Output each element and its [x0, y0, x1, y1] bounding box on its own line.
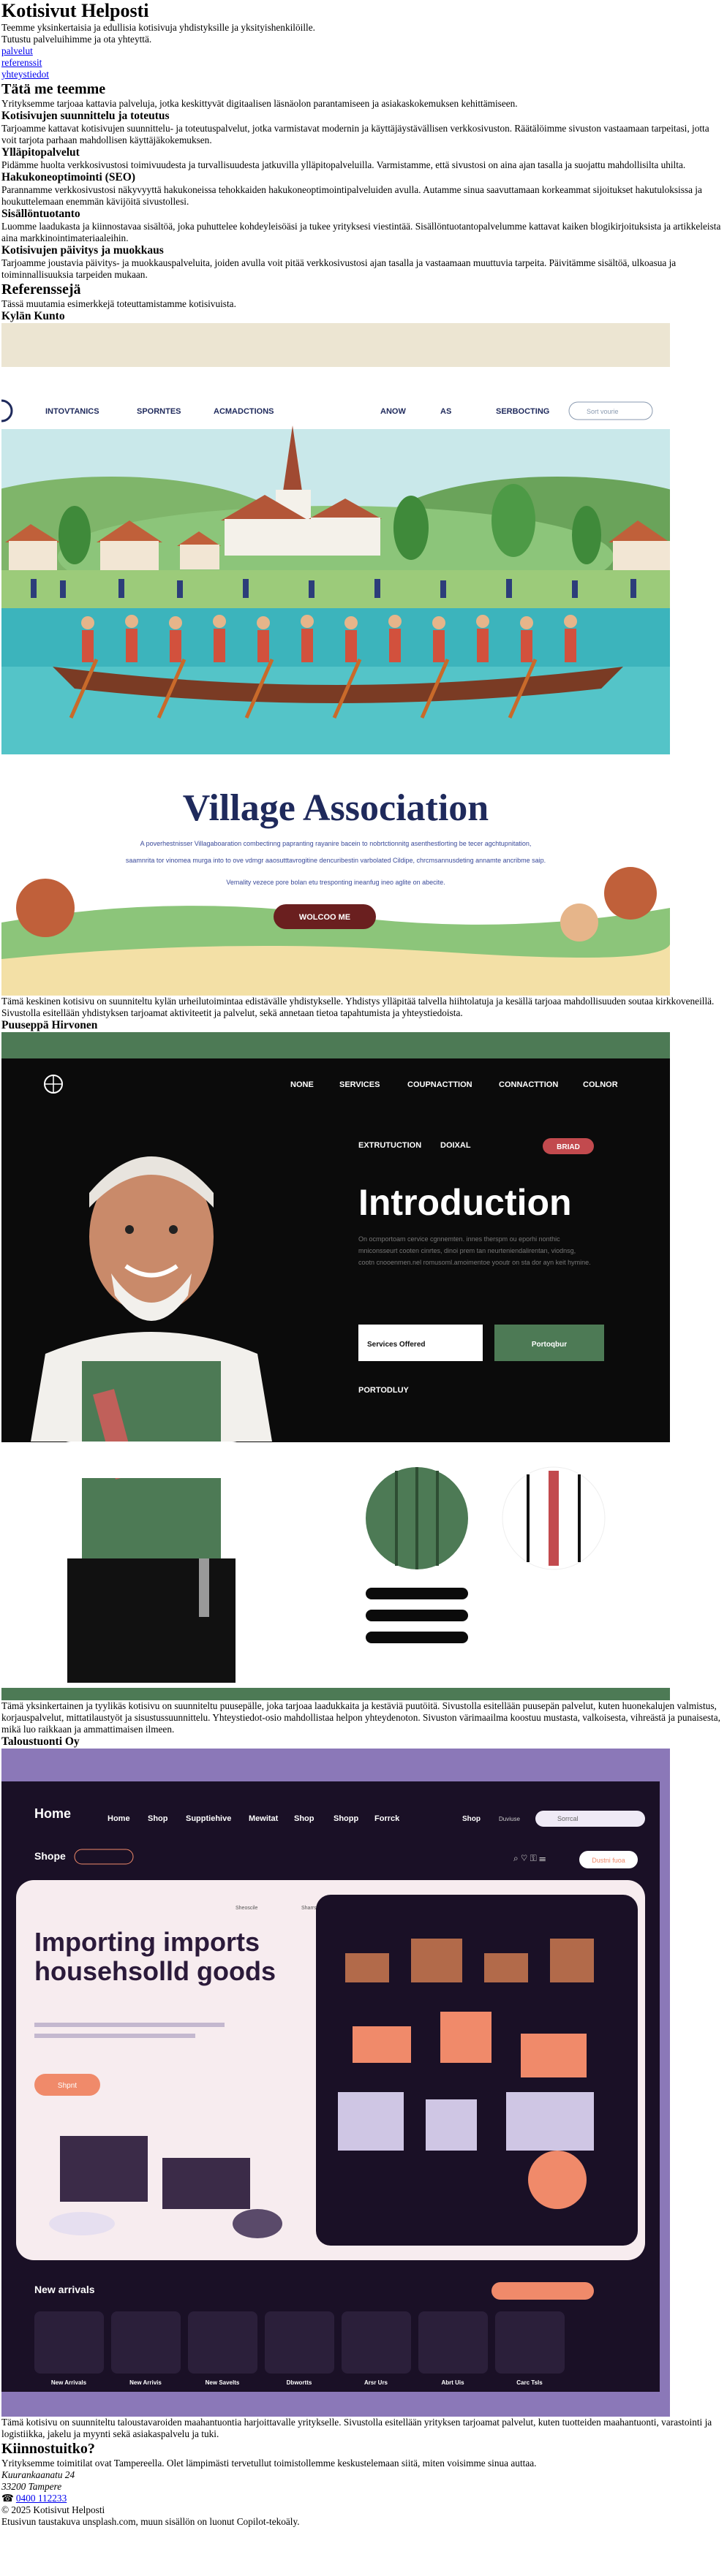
- mock-search-label: Sorrcal: [557, 1815, 579, 1822]
- village-site-screenshot: INTOVTANICS SPORNTES ACMADCTIONS ANOW AS…: [1, 323, 670, 996]
- mock-nav-item: SPORNTES: [137, 407, 181, 416]
- mock-hero-button-label: Shpnt: [58, 2082, 77, 2090]
- mock-product-label: Carc Tsls: [516, 2379, 543, 2386]
- references-intro: Tässä muutamia esimerkkejä toteuttamista…: [1, 298, 236, 309]
- mock-nav-item: AS: [440, 407, 451, 416]
- mock-services-label: Services Offered: [367, 1341, 426, 1349]
- mock-cta-label: Dustni fuoa: [592, 1857, 625, 1864]
- service-title: Sisällöntuotanto: [1, 208, 80, 220]
- mock-body-text: saamnrita tor vinomea murga into to ove …: [126, 857, 546, 864]
- mock-pill-label: BRIAD: [557, 1143, 580, 1151]
- mock-nav-item: NONE: [290, 1080, 314, 1089]
- mock-portfolio-label: Portoqbur: [532, 1341, 567, 1349]
- mock-body-text: A poverhestnisser Villagaboaration combe…: [140, 840, 532, 847]
- mock-body-text: Vemality vezece pore bolan etu tresponti…: [226, 879, 445, 886]
- mock-search-placeholder: Sort vourie: [587, 408, 619, 415]
- service-title: Hakukoneoptimointi (SEO): [1, 171, 136, 183]
- phone-row: ☎ 0400 112233: [1, 2493, 726, 2504]
- footer-copyright: © 2025 Kotisivut Helposti: [1, 2504, 105, 2515]
- service-title: Kotisivujen päivitys ja muokkaus: [1, 244, 164, 257]
- services-intro: Yrityksemme tarjoaa kattavia palveluja, …: [1, 98, 518, 109]
- mock-cta-pill: [491, 2282, 594, 2300]
- reference-title: Taloustuonti Oy: [1, 1735, 80, 1748]
- service-title: Kotisivujen suunnittelu ja toteutus: [1, 110, 170, 122]
- mock-caption: Sharrs: [301, 1906, 317, 1911]
- contact-address: Kuurankaanatu 24 33200 Tampere: [1, 2469, 726, 2493]
- mock-portfolio-heading: PORTODLUY: [358, 1386, 410, 1395]
- service-text: Tarjoamme joustavia päivitys- ja muokkau…: [1, 257, 677, 280]
- mock-nav-item: COUPNACTTION: [407, 1080, 472, 1089]
- mock-top-link: Shop: [462, 1815, 481, 1823]
- import-site-screenshot: Home Home Shop Supptiehive Mewitat Shop …: [1, 1749, 670, 2417]
- phone-link[interactable]: 0400 112233: [16, 2493, 67, 2504]
- mock-nav-item: CONNACTTION: [499, 1080, 558, 1089]
- mock-welcome-label: WOLCOO ME: [299, 913, 350, 922]
- mock-heading: Introduction: [358, 1182, 572, 1223]
- service-text: Luomme laadukasta ja kiinnostavaa sisält…: [1, 221, 721, 243]
- mock-product-label: Abrt Uis: [441, 2379, 464, 2386]
- mock-nav-item: Shop: [294, 1814, 314, 1823]
- site-title: Kotisivut Helposti: [1, 0, 149, 21]
- main-nav: palvelut referenssit yhteystiedot: [1, 45, 726, 80]
- phone-icon: ☎: [1, 2493, 14, 2504]
- references-section: Referenssejä Tässä muutamia esimerkkejä …: [1, 281, 726, 2440]
- city-address: 33200 Tampere: [1, 2481, 62, 2492]
- mock-heading: Importing imports househsolld goods: [34, 1928, 276, 1986]
- mock-top-link: Duviuse: [499, 1816, 520, 1822]
- mock-nav-item: SERBOCTING: [496, 407, 549, 416]
- mock-product-label: New Arrivals: [51, 2379, 87, 2386]
- service-text: Parannamme verkkosivustosi näkyvyyttä ha…: [1, 184, 702, 207]
- nav-link-yhteystiedot[interactable]: yhteystiedot: [1, 69, 726, 80]
- mock-heading: Village Association: [183, 787, 489, 829]
- services-section: Tätä me teemme Yrityksemme tarjoaa katta…: [1, 80, 726, 281]
- mock-nav-item: SERVICES: [339, 1080, 380, 1089]
- footer-credits: Etusivun taustakuva unsplash.com, muun s…: [1, 2516, 300, 2527]
- mock-nav-item: Mewitat: [249, 1814, 279, 1823]
- mock-nav-item: Shop: [148, 1814, 168, 1823]
- mock-brand: Home: [34, 1806, 71, 1821]
- nav-link-palvelut[interactable]: palvelut: [1, 45, 726, 57]
- mock-nav-item: ACMADCTIONS: [214, 407, 274, 416]
- service-text: Pidämme huolta verkkosivustosi toimivuud…: [1, 159, 686, 170]
- mock-body-text: On ocmportoam cervice cgnnemten. innes t…: [358, 1235, 591, 1266]
- mock-icons: ⌕ ♡ ⚿ ☰: [513, 1853, 546, 1863]
- reference-text: Tämä yksinkertainen ja tyylikäs kotisivu…: [1, 1700, 720, 1735]
- reference-text: Tämä keskinen kotisivu on suunniteltu ky…: [1, 996, 715, 1018]
- contact-section: Kiinnostuitko? Yrityksemme toimitilat ov…: [1, 2440, 726, 2504]
- reference-title: Kylän Kunto: [1, 310, 65, 322]
- site-intro: Tutustu palveluihimme ja ota yhteyttä.: [1, 34, 152, 45]
- mock-nav-item: COLNOR: [583, 1080, 618, 1089]
- contact-heading: Kiinnostuitko?: [1, 2441, 95, 2457]
- site-tagline: Teemme yksinkertaisia ja edullisia kotis…: [1, 22, 315, 33]
- mock-nav-item: Home: [108, 1814, 130, 1823]
- contact-text: Yrityksemme toimitilat ovat Tampereella.…: [1, 2458, 537, 2469]
- reference-title: Puuseppä Hirvonen: [1, 1019, 98, 1031]
- carpenter-site-screenshot: NONE SERVICES COUPNACTTION CONNACTTION C…: [1, 1032, 670, 1700]
- mock-product-label: Dbwortts: [287, 2379, 312, 2386]
- service-text: Tarjoamme kattavat kotisivujen suunnitte…: [1, 123, 709, 145]
- site-header: Kotisivut Helposti Teemme yksinkertaisia…: [1, 0, 726, 80]
- mock-nav-item: Shopp: [334, 1814, 358, 1823]
- mock-section-title: Shope: [34, 1850, 66, 1862]
- references-heading: Referenssejä: [1, 281, 81, 298]
- nav-link-referenssit[interactable]: referenssit: [1, 57, 726, 69]
- mock-nav-item: Supptiehive: [186, 1814, 231, 1823]
- mock-new-arrivals-heading: New arrivals: [34, 2284, 95, 2295]
- mock-product-label: Arsr Urs: [364, 2379, 388, 2386]
- mock-product-label: New Arrivis: [129, 2379, 162, 2386]
- service-title: Ylläpitopalvelut: [1, 146, 80, 159]
- mock-search-input: [535, 1811, 645, 1827]
- mock-nav-item: Forrck: [374, 1814, 400, 1823]
- site-footer: © 2025 Kotisivut Helposti Etusivun taust…: [1, 2504, 726, 2528]
- reference-text: Tämä kotisivu on suunniteltu taloustavar…: [1, 2417, 712, 2439]
- mock-nav-item: INTOVTANICS: [45, 407, 99, 416]
- mock-subnav-item: EXTRUTUCTION: [358, 1141, 421, 1150]
- mock-caption: Sheoscile: [236, 1906, 257, 1911]
- mock-nav-item: ANOW: [380, 407, 406, 416]
- mock-subnav-item: DOIXAL: [440, 1141, 471, 1150]
- services-heading: Tätä me teemme: [1, 81, 106, 97]
- mock-product-label: New Savelts: [206, 2379, 240, 2386]
- street-address: Kuurankaanatu 24: [1, 2469, 75, 2480]
